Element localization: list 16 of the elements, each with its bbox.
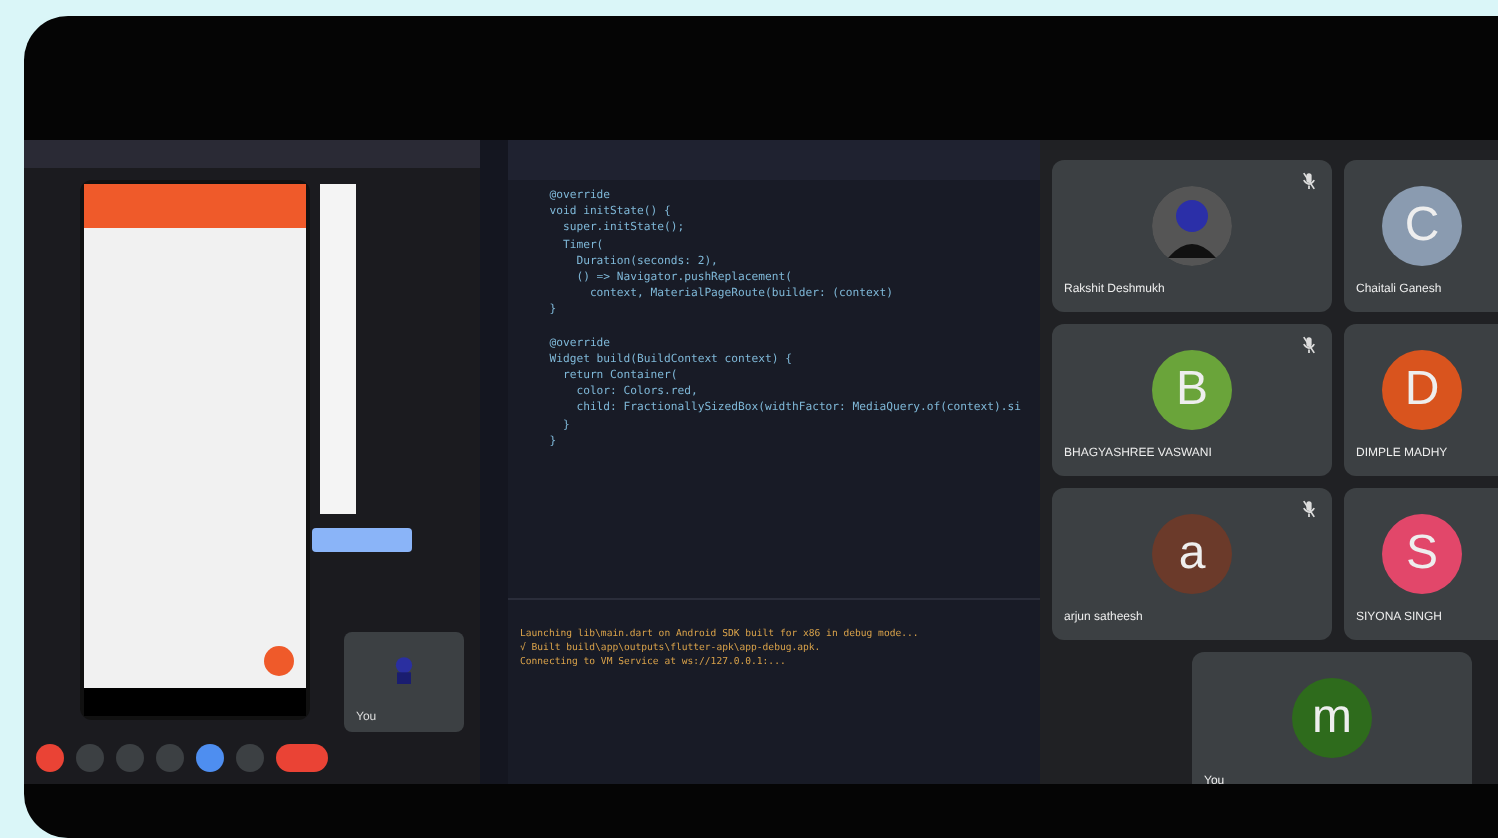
avatar-initial: B <box>1152 350 1232 430</box>
hand-button[interactable] <box>116 744 144 772</box>
avatar-initial: a <box>1152 514 1232 594</box>
avatar-icon <box>1152 186 1232 266</box>
avatar-initial: m <box>1292 678 1372 758</box>
hang-up-button[interactable] <box>276 744 328 772</box>
avatar-initial: S <box>1382 514 1462 594</box>
emoji-button[interactable] <box>156 744 184 772</box>
more-button[interactable] <box>236 744 264 772</box>
avatar-initial: D <box>1382 350 1462 430</box>
captions-button[interactable] <box>76 744 104 772</box>
avatar-icon <box>392 656 416 684</box>
present-button[interactable] <box>312 528 412 552</box>
present-screen-button[interactable] <box>196 744 224 772</box>
avatar-initial: C <box>1382 186 1462 266</box>
microphone-button[interactable] <box>36 744 64 772</box>
